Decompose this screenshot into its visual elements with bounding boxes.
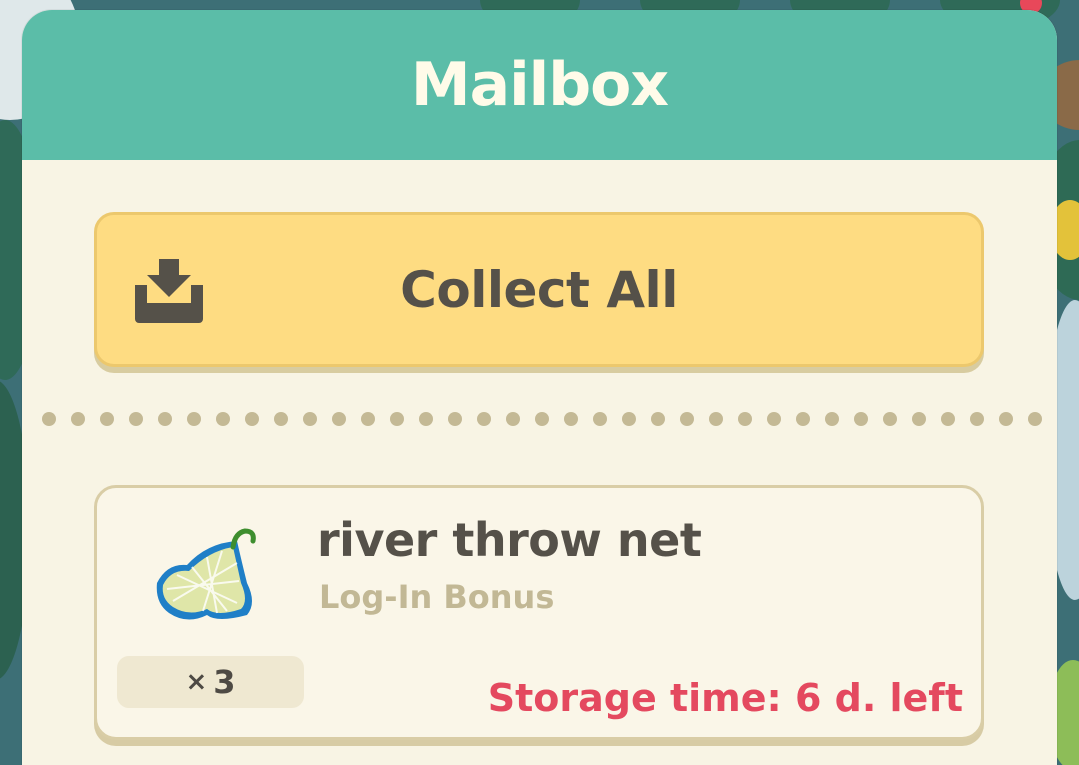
throw-net-icon: [156, 528, 256, 620]
item-name: river throw net: [317, 513, 702, 567]
mailbox-dialog: Mailbox Collect All × 3 river throw net L…: [22, 10, 1057, 765]
dotted-divider: [42, 409, 1042, 429]
collect-all-label: Collect All: [400, 260, 678, 319]
quantity-badge: × 3: [117, 656, 304, 708]
item-source: Log-In Bonus: [319, 578, 555, 616]
dialog-header: Mailbox: [22, 10, 1057, 160]
dialog-title: Mailbox: [410, 50, 669, 120]
download-tray-icon: [135, 259, 203, 323]
mail-item-card[interactable]: × 3 river throw net Log-In Bonus Storage …: [94, 485, 984, 740]
storage-time: Storage time: 6 d. left: [487, 676, 963, 720]
collect-all-button[interactable]: Collect All: [94, 212, 984, 367]
